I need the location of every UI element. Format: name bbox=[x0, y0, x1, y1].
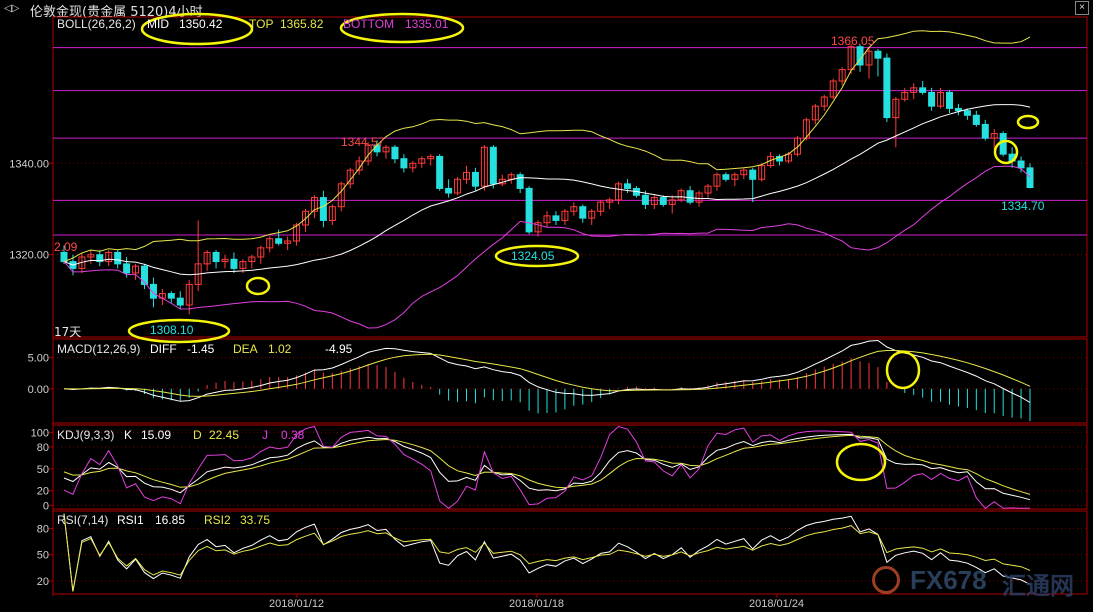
candle bbox=[641, 194, 649, 205]
candle bbox=[686, 190, 694, 203]
kdj-k-value: 15.09 bbox=[141, 428, 172, 442]
y-tick-label: 1320.00 bbox=[9, 250, 49, 262]
y-tick-label: 50 bbox=[37, 464, 49, 476]
candle bbox=[212, 251, 220, 263]
kdj-j-value: 0.38 bbox=[281, 428, 305, 442]
candle bbox=[391, 146, 399, 160]
candle bbox=[275, 238, 283, 244]
kdj-j-label: J bbox=[262, 428, 268, 442]
date-label: 2018/01/12 bbox=[269, 598, 325, 610]
candle bbox=[319, 197, 327, 221]
candle bbox=[471, 171, 479, 187]
candle bbox=[749, 169, 757, 180]
candle bbox=[516, 174, 524, 189]
y-tick-label: 80 bbox=[37, 523, 49, 535]
candle bbox=[874, 50, 882, 59]
macd-diff-value: -1.45 bbox=[187, 342, 215, 356]
rsi2-value: 33.75 bbox=[240, 513, 271, 527]
candle bbox=[954, 107, 962, 112]
boll-legend-label: BOLL(26,26,2) bbox=[57, 17, 136, 31]
kdj-d-label: D bbox=[193, 428, 202, 442]
candle bbox=[176, 297, 184, 306]
candle bbox=[1026, 167, 1034, 189]
macd-legend-label: MACD(12,26,9) bbox=[57, 342, 141, 356]
kdj-legend-label: KDJ(9,3,3) bbox=[57, 428, 115, 442]
rsi1-value: 16.85 bbox=[155, 513, 186, 527]
rsi-legend-label: RSI(7,14) bbox=[57, 513, 109, 527]
kdj-k-label: K bbox=[124, 428, 133, 442]
candle bbox=[167, 293, 175, 299]
boll-mid-label: MID bbox=[147, 17, 169, 31]
candle bbox=[123, 263, 131, 274]
macd-diff-label: DIFF bbox=[150, 342, 177, 356]
date-label: 2018/01/24 bbox=[749, 598, 805, 610]
highlight-circle bbox=[835, 442, 887, 482]
candle bbox=[722, 174, 730, 180]
highlight-circle bbox=[1016, 114, 1040, 130]
watermark-cn: 汇通网 bbox=[1002, 572, 1074, 600]
y-tick-label: 100 bbox=[31, 427, 49, 439]
annotation-high: 1366.05 bbox=[831, 34, 875, 48]
candle bbox=[445, 187, 453, 194]
y-tick-label: 20 bbox=[37, 576, 49, 588]
candle bbox=[579, 206, 587, 219]
boll-bottom-value: 1335.01 bbox=[405, 17, 449, 31]
kdj-d-value: 22.45 bbox=[209, 428, 240, 442]
y-tick-label: 1340.00 bbox=[9, 158, 49, 170]
annotation-trough-mid: 1324.05 bbox=[511, 249, 555, 263]
highlight-circle bbox=[885, 350, 921, 390]
highlight-circle bbox=[245, 276, 271, 296]
candle bbox=[525, 187, 533, 233]
candle bbox=[981, 123, 989, 139]
boll-bottom-label: BOTTOM bbox=[343, 17, 395, 31]
macd-value: -4.95 bbox=[325, 342, 353, 356]
candle bbox=[946, 91, 953, 109]
candle bbox=[999, 133, 1007, 155]
y-tick-label: 20 bbox=[37, 486, 49, 498]
candle bbox=[114, 251, 122, 265]
panel-frame bbox=[52, 16, 1088, 338]
candle bbox=[1017, 160, 1025, 169]
fx678-logo-icon bbox=[872, 566, 900, 594]
candle bbox=[972, 114, 980, 125]
candle bbox=[919, 87, 927, 93]
candle bbox=[489, 146, 497, 185]
y-tick-label: 50 bbox=[37, 550, 49, 562]
candle bbox=[552, 215, 560, 221]
boll-mid-value: 1350.42 bbox=[179, 17, 223, 31]
annotation-last: 1334.70 bbox=[1001, 199, 1045, 213]
candle bbox=[883, 57, 891, 119]
candle bbox=[400, 158, 408, 169]
y-tick-label: 80 bbox=[37, 442, 49, 454]
watermark-brand: FX678 bbox=[910, 565, 987, 595]
boll-top-value: 1365.82 bbox=[280, 17, 324, 31]
candle bbox=[659, 197, 667, 205]
macd-dea-value: 1.02 bbox=[268, 342, 292, 356]
rsi1-label: RSI1 bbox=[117, 513, 144, 527]
y-tick-label: 0 bbox=[43, 500, 49, 512]
annotation-days: 17天 bbox=[54, 325, 82, 339]
candle bbox=[436, 155, 444, 189]
candle bbox=[963, 110, 971, 116]
annotation-trough-left: 1308.10 bbox=[150, 323, 194, 337]
macd-dea-label: DEA bbox=[233, 342, 258, 356]
candle bbox=[928, 91, 936, 107]
candle bbox=[230, 258, 238, 269]
annotation-peak-left: 1344.57 bbox=[341, 135, 385, 149]
y-tick-label: 5.00 bbox=[28, 353, 49, 365]
rsi2-label: RSI2 bbox=[204, 513, 231, 527]
annotation-left-edge: 2.09 bbox=[54, 240, 78, 254]
candle bbox=[624, 183, 631, 189]
boll-top-label: TOP bbox=[249, 17, 274, 31]
date-label: 2018/01/18 bbox=[509, 598, 565, 610]
y-tick-label: 0.00 bbox=[28, 384, 49, 396]
